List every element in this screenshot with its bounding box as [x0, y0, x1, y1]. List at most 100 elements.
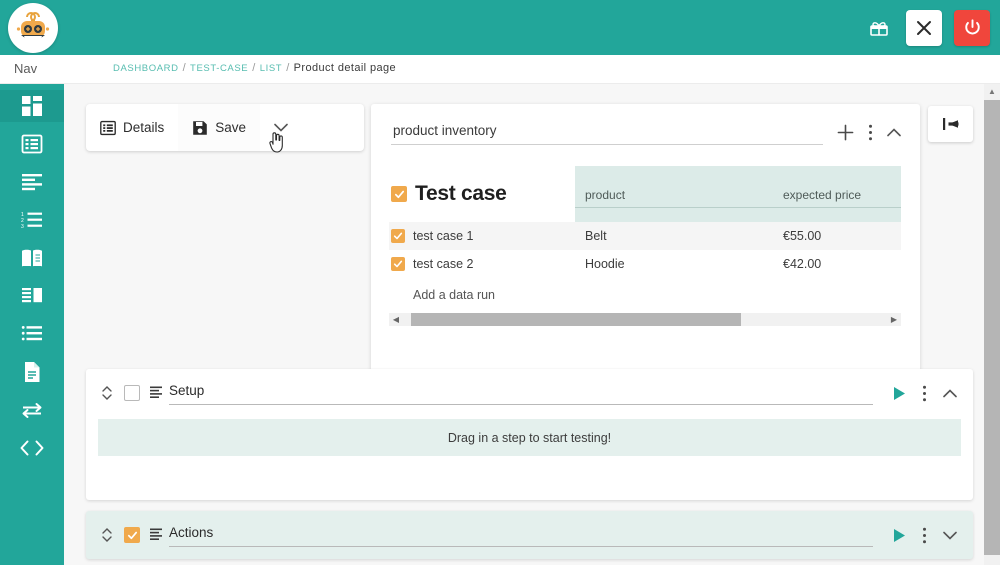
column-header-expected-price[interactable]: expected price [775, 188, 901, 208]
exchange-icon [22, 403, 42, 418]
scroll-track[interactable] [403, 313, 887, 326]
scroll-up-arrow[interactable]: ▲ [984, 84, 1000, 98]
vertical-scroll-thumb[interactable] [984, 100, 1000, 555]
table-row[interactable]: test case 2 Hoodie €42.00 [389, 250, 901, 278]
test-case-title: Test case [415, 182, 507, 205]
table-row[interactable]: test case 1 Belt €55.00 [389, 222, 901, 250]
gift-icon[interactable] [864, 13, 894, 43]
close-icon [917, 20, 931, 35]
dots-vertical-icon[interactable] [922, 527, 927, 544]
list-alt-icon [100, 120, 116, 135]
add-icon[interactable] [837, 124, 854, 141]
row-label-cell: test case 1 [389, 229, 575, 243]
vertical-scrollbar[interactable]: ▲ [984, 84, 1000, 565]
step-name-wrap [169, 523, 873, 547]
dots-vertical-icon[interactable] [868, 124, 873, 141]
breadcrumb-current: Product detail page [293, 62, 397, 74]
main-content: Details Save product inventory Test case… [64, 84, 988, 565]
sidebar-item-dashboard[interactable] [0, 90, 64, 122]
inventory-actions [837, 124, 901, 141]
test-case-table: Test case product expected price test ca… [389, 166, 901, 302]
power-button[interactable] [954, 9, 990, 46]
sidebar-item-test-case-list[interactable] [0, 128, 64, 160]
breadcrumb: DASHBOARD / TEST-CASE / LIST / Product d… [113, 62, 396, 74]
breadcrumb-item-test-case[interactable]: TEST-CASE [190, 63, 248, 74]
save-button[interactable]: Save [178, 104, 261, 151]
chevron-down-icon[interactable] [943, 531, 957, 540]
cell-product[interactable]: Hoodie [575, 257, 775, 271]
sidebar-item-book[interactable] [0, 242, 64, 274]
chevron-up-icon[interactable] [943, 388, 957, 398]
sidebar-item-align-left[interactable] [0, 166, 64, 198]
chevron-up-icon[interactable] [887, 128, 901, 137]
table-header-row: Test case product expected price [389, 166, 901, 222]
svg-text:3: 3 [21, 224, 24, 229]
row-label: test case 2 [413, 257, 474, 271]
step-checkbox-actions[interactable] [124, 527, 140, 543]
breadcrumb-separator: / [182, 62, 187, 74]
breadcrumb-item-list[interactable]: LIST [260, 63, 282, 74]
step-header [86, 511, 973, 559]
scroll-thumb[interactable] [411, 313, 741, 326]
cell-product[interactable]: Belt [575, 229, 775, 243]
test-case-checkbox[interactable] [391, 186, 407, 202]
collapse-panel-button[interactable] [928, 106, 973, 142]
add-data-run-link[interactable]: Add a data run [413, 288, 901, 302]
sidebar-item-ordered-list[interactable]: 1 2 3 [0, 204, 64, 236]
collapse-left-icon [942, 118, 958, 130]
robot-avatar-icon [12, 7, 54, 49]
breadcrumb-separator: / [286, 62, 290, 74]
close-button[interactable] [906, 9, 942, 46]
book-icon [22, 249, 42, 267]
step-actions [893, 527, 957, 544]
top-bar-actions [864, 0, 990, 55]
step-checkbox-setup[interactable] [124, 385, 140, 401]
sidebar-item-list[interactable] [0, 318, 64, 350]
code-icon [20, 440, 44, 456]
cell-expected-price[interactable]: €42.00 [775, 257, 901, 271]
chevron-down-icon [274, 123, 288, 132]
reorder-handle[interactable] [102, 386, 112, 400]
row-checkbox[interactable] [391, 257, 405, 271]
sidebar-item-exchange[interactable] [0, 394, 64, 426]
app-logo[interactable] [8, 3, 58, 53]
inventory-title-input[interactable] [391, 120, 823, 145]
step-name-input-actions[interactable] [169, 523, 873, 547]
column-header-product[interactable]: product [575, 188, 775, 208]
cell-expected-price[interactable]: €55.00 [775, 229, 901, 243]
step-name-input-setup[interactable] [169, 381, 873, 405]
details-label: Details [123, 120, 165, 135]
top-bar [0, 0, 1000, 55]
table-title-cell: Test case [389, 182, 575, 206]
scroll-right-arrow[interactable]: ▶ [887, 313, 901, 326]
sidebar-item-columns[interactable] [0, 280, 64, 312]
sidebar-item-code[interactable] [0, 432, 64, 464]
play-icon[interactable] [893, 528, 906, 543]
dots-vertical-icon[interactable] [922, 385, 927, 402]
reorder-handle[interactable] [102, 528, 112, 542]
details-toolbar: Details Save [86, 104, 364, 151]
list-alt-icon [21, 134, 43, 154]
row-label-cell: test case 2 [389, 257, 575, 271]
horizontal-scrollbar[interactable]: ◀ ▶ [389, 313, 901, 326]
scroll-left-arrow[interactable]: ◀ [389, 313, 403, 326]
list-icon [21, 326, 42, 341]
step-card-setup: Drag in a step to start testing! [86, 369, 973, 500]
app-root: Nav DASHBOARD / TEST-CASE / LIST / Produ… [0, 0, 1000, 565]
check-icon [393, 260, 403, 268]
check-icon [394, 190, 404, 198]
floppy-disk-icon [193, 120, 208, 135]
breadcrumb-item-dashboard[interactable]: DASHBOARD [113, 63, 179, 74]
drop-zone-setup[interactable]: Drag in a step to start testing! [98, 419, 961, 456]
toolbar-more-button[interactable] [260, 104, 302, 151]
step-lines-icon [150, 386, 162, 400]
save-label: Save [215, 120, 247, 135]
play-icon[interactable] [893, 386, 906, 401]
details-button[interactable]: Details [86, 104, 178, 151]
grid-icon [22, 96, 42, 116]
sidebar: 1 2 3 [0, 84, 64, 565]
row-checkbox[interactable] [391, 229, 405, 243]
sidebar-item-file[interactable] [0, 356, 64, 388]
breadcrumb-separator: / [252, 62, 256, 74]
chevron-down-icon [102, 536, 112, 542]
